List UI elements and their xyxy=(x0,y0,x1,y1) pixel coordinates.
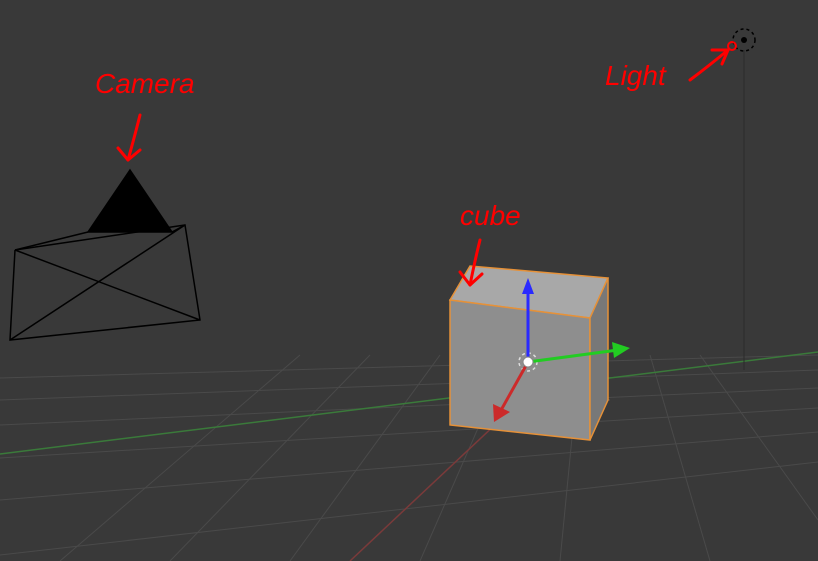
viewport-svg[interactable] xyxy=(0,0,818,561)
camera-object[interactable] xyxy=(10,170,200,340)
annotation-arrows xyxy=(118,42,736,285)
3d-viewport[interactable]: Camera cube Light xyxy=(0,0,818,561)
grid-floor xyxy=(0,355,818,561)
y-axis-line xyxy=(0,352,818,454)
